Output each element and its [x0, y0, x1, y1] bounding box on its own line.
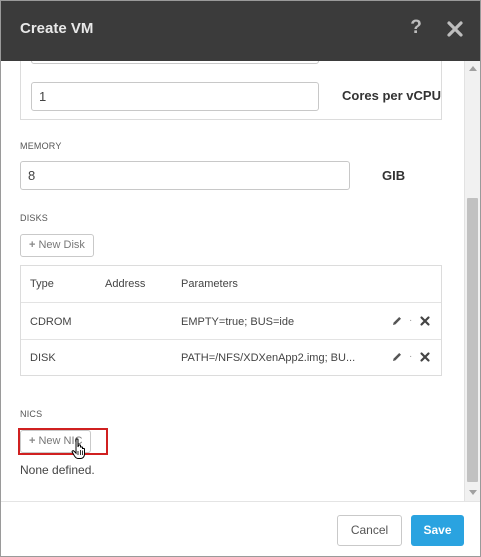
- disks-table: Type Address Parameters CDROM EMPTY=true…: [20, 265, 442, 376]
- nics-empty-text: None defined.: [20, 463, 95, 477]
- vertical-scrollbar[interactable]: [464, 61, 480, 501]
- highlight-box: [18, 428, 108, 455]
- disks-section-label: DISKS: [20, 213, 49, 223]
- action-separator: ·: [409, 351, 413, 362]
- close-icon[interactable]: [444, 17, 466, 41]
- cores-per-vcpu-label: Cores per vCPU: [342, 88, 441, 103]
- column-header-parameters: Parameters: [181, 278, 238, 290]
- edit-icon[interactable]: [391, 351, 403, 366]
- disk-row-parameters: EMPTY=true; BUS=ide: [181, 316, 295, 328]
- save-button[interactable]: Save: [411, 515, 464, 546]
- table-divider: [21, 302, 441, 303]
- delete-icon[interactable]: [419, 315, 431, 330]
- plus-icon: +: [29, 239, 36, 251]
- disk-row-type: DISK: [30, 352, 56, 364]
- dialog-title: Create VM: [20, 20, 94, 37]
- disk-row-parameters: PATH=/NFS/XDXenApp2.img; BU...: [181, 352, 356, 364]
- column-header-address: Address: [105, 278, 146, 290]
- cancel-button[interactable]: Cancel: [337, 515, 402, 546]
- action-separator: ·: [409, 315, 413, 326]
- nics-section-label: NICS: [20, 409, 43, 419]
- column-header-type: Type: [30, 278, 54, 290]
- memory-unit-label: GIB: [382, 168, 406, 183]
- create-vm-dialog: Create VM ? 1 Cores per vCPU MEMORY 8 GI…: [0, 0, 481, 557]
- dialog-body: 1 Cores per vCPU MEMORY 8 GIB DISKS + New…: [1, 61, 464, 501]
- disk-row-type: CDROM: [30, 316, 72, 328]
- new-disk-label: New Disk: [38, 239, 85, 251]
- memory-section-label: MEMORY: [20, 141, 62, 151]
- hand-cursor-icon: [71, 438, 87, 460]
- scrollbar-thumb[interactable]: [467, 198, 478, 482]
- table-divider: [21, 339, 441, 340]
- cores-per-vcpu-field[interactable]: 1: [31, 82, 319, 111]
- scroll-up-arrow-icon[interactable]: [469, 66, 477, 71]
- memory-field[interactable]: 8: [20, 161, 350, 190]
- dialog-titlebar: Create VM ?: [1, 1, 480, 61]
- scroll-down-arrow-icon[interactable]: [469, 490, 477, 495]
- dialog-footer: Cancel Save: [1, 501, 480, 556]
- edit-icon[interactable]: [391, 315, 403, 330]
- help-icon[interactable]: ?: [406, 17, 426, 41]
- delete-icon[interactable]: [419, 351, 431, 366]
- vcpu-field[interactable]: [31, 61, 319, 64]
- new-disk-button[interactable]: + New Disk: [20, 234, 94, 257]
